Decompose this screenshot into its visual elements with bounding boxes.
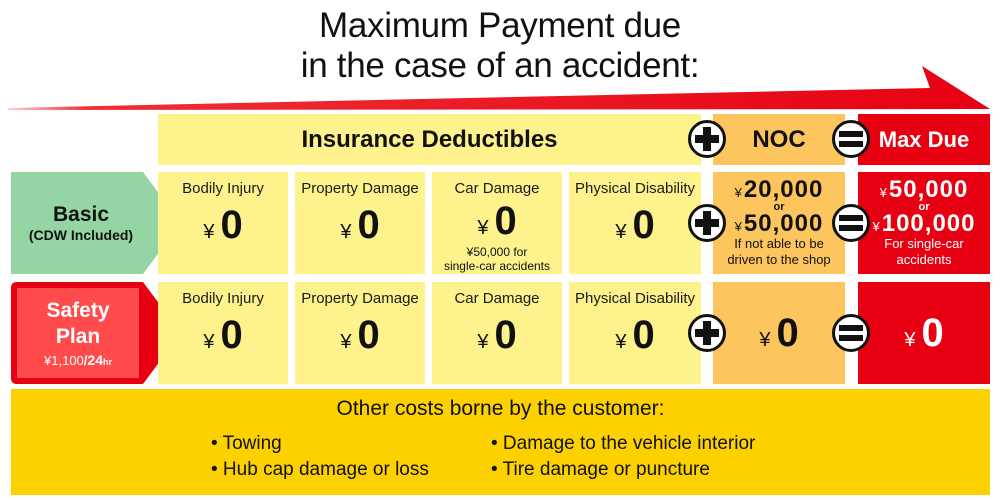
yen-symbol: ¥ (734, 219, 742, 234)
safety-property-damage: Property Damage ¥0 (295, 282, 425, 384)
equals-icon (832, 204, 870, 242)
yen-symbol: ¥ (879, 185, 887, 200)
yen-symbol: ¥ (615, 331, 627, 353)
yen-symbol: ¥ (203, 221, 215, 243)
header-noc: NOC (713, 114, 845, 165)
safety-plan-name-2: Plan (55, 325, 101, 348)
noc-note-line-1: If not able to be (734, 236, 824, 251)
header-deductibles-label: Insurance Deductibles (301, 125, 558, 153)
safety-car-damage: Car Damage ¥0 (432, 282, 562, 384)
cell-label: Physical Disability (574, 180, 696, 197)
cell-label: Physical Disability (574, 290, 696, 307)
cell-label: Bodily Injury (182, 290, 264, 307)
yen-symbol: ¥ (904, 329, 916, 351)
list-item: • Hub cap damage or loss (211, 459, 429, 480)
plus-icon (688, 204, 726, 242)
header-insurance-deductibles: Insurance Deductibles (158, 114, 701, 165)
yen-symbol: ¥ (340, 221, 352, 243)
basic-property-damage: Property Damage ¥0 (295, 172, 425, 274)
other-costs-right: • Damage to the vehicle interior • Tire … (491, 431, 755, 483)
safety-noc: ¥0 (713, 282, 845, 384)
list-item: • Tire damage or puncture (491, 459, 710, 480)
cell-label: Car Damage (454, 180, 540, 197)
noc-value-2: 50,000 (743, 210, 824, 237)
basic-noc: ¥20,000 or ¥50,000 If not able to be dri… (713, 172, 845, 274)
price-period-unit: hr (102, 357, 112, 367)
cell-value: 0 (632, 313, 655, 357)
yen-symbol: ¥ (340, 331, 352, 353)
safety-max-due: ¥0 (858, 282, 990, 384)
cell-label: Property Damage (301, 180, 419, 197)
cell-value: 0 (357, 203, 380, 247)
cell-value: 0 (494, 199, 517, 243)
yen-symbol: ¥ (203, 331, 215, 353)
safety-plan-price: ¥1,100/24hr (44, 352, 112, 368)
note-line-2: single-car accidents (443, 259, 551, 273)
cell-value: 0 (220, 203, 243, 247)
price-value: ¥1,100 (44, 353, 84, 368)
noc-note-line-2: driven to the shop (727, 252, 831, 267)
max-value-2: 100,000 (881, 210, 976, 237)
equals-icon (832, 314, 870, 352)
header-noc-label: NOC (752, 125, 806, 153)
cell-value: 0 (632, 203, 655, 247)
safety-plan-name-1: Safety (46, 299, 110, 322)
max-note-line-2: accidents (896, 252, 952, 267)
other-costs-title: Other costs borne by the customer: (336, 397, 665, 420)
noc-value-1: 20,000 (743, 176, 824, 203)
list-item: • Damage to the vehicle interior (491, 433, 756, 454)
yen-symbol: ¥ (872, 219, 880, 234)
cell-value: 0 (220, 313, 243, 357)
list-item: • Towing (211, 433, 282, 454)
yen-symbol: ¥ (477, 217, 489, 239)
basic-bodily-injury: Bodily Injury ¥0 (158, 172, 288, 274)
yen-symbol: ¥ (615, 221, 627, 243)
safety-physical-disability: Physical Disability ¥0 (569, 282, 701, 384)
max-note-line-1: For single-car (884, 236, 964, 251)
basic-max-due: ¥50,000 or ¥100,000 For single-car accid… (858, 172, 990, 274)
cell-label: Car Damage (454, 290, 540, 307)
other-costs-panel: Other costs borne by the customer: • Tow… (11, 389, 990, 495)
basic-car-damage: Car Damage ¥0 ¥50,000 for single-car acc… (432, 172, 562, 274)
yen-symbol: ¥ (477, 331, 489, 353)
safety-bodily-injury: Bodily Injury ¥0 (158, 282, 288, 384)
safety-plan-label: Safety Plan ¥1,100/24hr (17, 288, 139, 378)
cell-label: Bodily Injury (182, 180, 264, 197)
noc-value: 0 (776, 311, 799, 355)
progress-arrow-icon (8, 66, 990, 110)
cell-value: 0 (494, 313, 517, 357)
price-period: 24 (87, 352, 103, 368)
basic-plan-label: Basic (CDW Included) (11, 172, 151, 274)
equals-icon (832, 120, 870, 158)
basic-plan-name: Basic (52, 203, 110, 226)
cell-value: 0 (357, 313, 380, 357)
yen-symbol: ¥ (759, 329, 771, 351)
yen-symbol: ¥ (734, 185, 742, 200)
car-damage-note: ¥50,000 for single-car accidents (444, 245, 550, 273)
basic-physical-disability: Physical Disability ¥0 (569, 172, 701, 274)
plus-icon (688, 314, 726, 352)
other-costs-left: • Towing • Hub cap damage or loss (211, 431, 429, 483)
plus-icon (688, 120, 726, 158)
max-value: 0 (921, 311, 944, 355)
basic-plan-sub: (CDW Included) (28, 227, 134, 243)
title-line-1: Maximum Payment due (319, 6, 681, 45)
note-line-1: ¥50,000 for (466, 245, 528, 259)
header-max-due-label: Max Due (878, 126, 970, 152)
cell-label: Property Damage (301, 290, 419, 307)
max-value-1: 50,000 (888, 176, 969, 203)
header-max-due: Max Due (858, 114, 990, 165)
